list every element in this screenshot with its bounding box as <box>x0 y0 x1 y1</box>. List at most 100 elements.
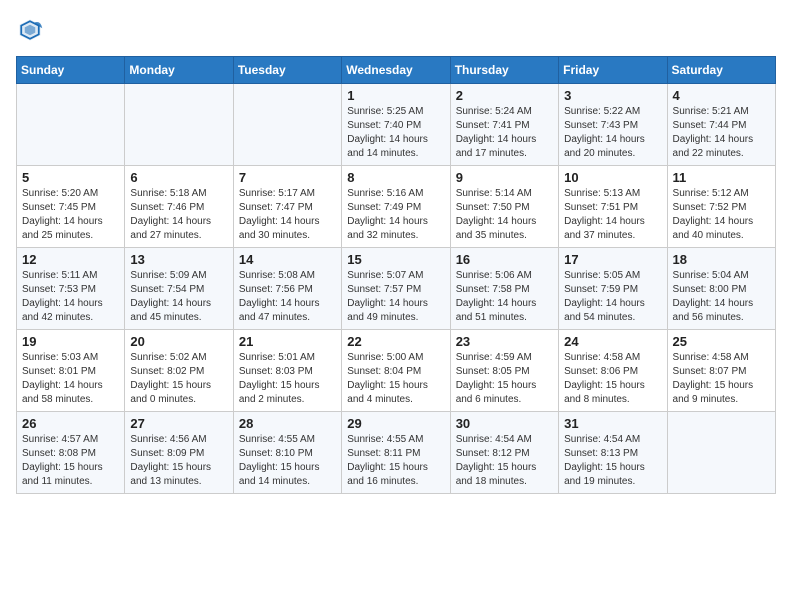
logo-icon <box>16 16 44 44</box>
day-info: Sunrise: 5:09 AM Sunset: 7:54 PM Dayligh… <box>130 269 227 325</box>
day-number: 16 <box>456 252 553 267</box>
day-info: Sunrise: 5:07 AM Sunset: 7:57 PM Dayligh… <box>347 269 444 325</box>
calendar-empty-cell <box>125 84 233 166</box>
calendar-day-13: 13 Sunrise: 5:09 AM Sunset: 7:54 PM Dayli… <box>125 248 233 330</box>
day-number: 18 <box>673 252 770 267</box>
day-info: Sunrise: 5:03 AM Sunset: 8:01 PM Dayligh… <box>22 351 119 407</box>
calendar-day-27: 27 Sunrise: 4:56 AM Sunset: 8:09 PM Dayli… <box>125 412 233 494</box>
day-info: Sunrise: 4:55 AM Sunset: 8:10 PM Dayligh… <box>239 433 336 489</box>
day-number: 20 <box>130 334 227 349</box>
calendar-week-row: 12 Sunrise: 5:11 AM Sunset: 7:53 PM Dayli… <box>17 248 776 330</box>
day-info: Sunrise: 5:12 AM Sunset: 7:52 PM Dayligh… <box>673 187 770 243</box>
day-info: Sunrise: 5:00 AM Sunset: 8:04 PM Dayligh… <box>347 351 444 407</box>
day-header-thursday: Thursday <box>450 57 558 84</box>
calendar-day-9: 9 Sunrise: 5:14 AM Sunset: 7:50 PM Daylig… <box>450 166 558 248</box>
day-number: 28 <box>239 416 336 431</box>
day-info: Sunrise: 4:59 AM Sunset: 8:05 PM Dayligh… <box>456 351 553 407</box>
calendar-table: SundayMondayTuesdayWednesdayThursdayFrid… <box>16 56 776 494</box>
day-number: 23 <box>456 334 553 349</box>
day-number: 27 <box>130 416 227 431</box>
calendar-empty-cell <box>667 412 775 494</box>
day-info: Sunrise: 5:18 AM Sunset: 7:46 PM Dayligh… <box>130 187 227 243</box>
calendar-day-26: 26Sunrise: 4:57 AM Sunset: 8:08 PM Dayli… <box>17 412 125 494</box>
day-info: Sunrise: 4:56 AM Sunset: 8:09 PM Dayligh… <box>130 433 227 489</box>
day-number: 30 <box>456 416 553 431</box>
day-info: Sunrise: 5:22 AM Sunset: 7:43 PM Dayligh… <box>564 105 661 161</box>
day-info: Sunrise: 4:55 AM Sunset: 8:11 PM Dayligh… <box>347 433 444 489</box>
day-info: Sunrise: 4:54 AM Sunset: 8:13 PM Dayligh… <box>564 433 661 489</box>
calendar-day-7: 7 Sunrise: 5:17 AM Sunset: 7:47 PM Daylig… <box>233 166 341 248</box>
day-info: Sunrise: 5:14 AM Sunset: 7:50 PM Dayligh… <box>456 187 553 243</box>
day-header-friday: Friday <box>559 57 667 84</box>
day-number: 5 <box>22 170 119 185</box>
day-info: Sunrise: 4:58 AM Sunset: 8:07 PM Dayligh… <box>673 351 770 407</box>
day-number: 24 <box>564 334 661 349</box>
day-number: 15 <box>347 252 444 267</box>
calendar-day-19: 19Sunrise: 5:03 AM Sunset: 8:01 PM Dayli… <box>17 330 125 412</box>
calendar-day-10: 10 Sunrise: 5:13 AM Sunset: 7:51 PM Dayli… <box>559 166 667 248</box>
calendar-day-15: 15 Sunrise: 5:07 AM Sunset: 7:57 PM Dayli… <box>342 248 450 330</box>
calendar-day-25: 25 Sunrise: 4:58 AM Sunset: 8:07 PM Dayli… <box>667 330 775 412</box>
day-info: Sunrise: 5:08 AM Sunset: 7:56 PM Dayligh… <box>239 269 336 325</box>
calendar-day-12: 12 Sunrise: 5:11 AM Sunset: 7:53 PM Dayli… <box>17 248 125 330</box>
day-info: Sunrise: 5:13 AM Sunset: 7:51 PM Dayligh… <box>564 187 661 243</box>
calendar-day-3: 3 Sunrise: 5:22 AM Sunset: 7:43 PM Daylig… <box>559 84 667 166</box>
day-number: 31 <box>564 416 661 431</box>
calendar-day-8: 8 Sunrise: 5:16 AM Sunset: 7:49 PM Daylig… <box>342 166 450 248</box>
calendar-day-22: 22Sunrise: 5:00 AM Sunset: 8:04 PM Dayli… <box>342 330 450 412</box>
calendar-day-14: 14 Sunrise: 5:08 AM Sunset: 7:56 PM Dayli… <box>233 248 341 330</box>
calendar-day-1: 1 Sunrise: 5:25 AM Sunset: 7:40 PM Daylig… <box>342 84 450 166</box>
day-header-sunday: Sunday <box>17 57 125 84</box>
day-info: Sunrise: 5:20 AM Sunset: 7:45 PM Dayligh… <box>22 187 119 243</box>
day-info: Sunrise: 5:11 AM Sunset: 7:53 PM Dayligh… <box>22 269 119 325</box>
day-number: 8 <box>347 170 444 185</box>
days-header-row: SundayMondayTuesdayWednesdayThursdayFrid… <box>17 57 776 84</box>
logo <box>16 16 48 44</box>
calendar-week-row: 1 Sunrise: 5:25 AM Sunset: 7:40 PM Daylig… <box>17 84 776 166</box>
calendar-empty-cell <box>17 84 125 166</box>
day-number: 13 <box>130 252 227 267</box>
day-info: Sunrise: 4:54 AM Sunset: 8:12 PM Dayligh… <box>456 433 553 489</box>
day-number: 2 <box>456 88 553 103</box>
day-number: 1 <box>347 88 444 103</box>
day-number: 14 <box>239 252 336 267</box>
day-number: 12 <box>22 252 119 267</box>
calendar-day-20: 20 Sunrise: 5:02 AM Sunset: 8:02 PM Dayli… <box>125 330 233 412</box>
day-number: 9 <box>456 170 553 185</box>
day-info: Sunrise: 5:24 AM Sunset: 7:41 PM Dayligh… <box>456 105 553 161</box>
day-number: 29 <box>347 416 444 431</box>
calendar-day-30: 30 Sunrise: 4:54 AM Sunset: 8:12 PM Dayli… <box>450 412 558 494</box>
day-info: Sunrise: 5:06 AM Sunset: 7:58 PM Dayligh… <box>456 269 553 325</box>
day-info: Sunrise: 5:17 AM Sunset: 7:47 PM Dayligh… <box>239 187 336 243</box>
day-header-monday: Monday <box>125 57 233 84</box>
day-number: 3 <box>564 88 661 103</box>
day-header-wednesday: Wednesday <box>342 57 450 84</box>
day-number: 10 <box>564 170 661 185</box>
day-number: 26 <box>22 416 119 431</box>
day-number: 25 <box>673 334 770 349</box>
day-info: Sunrise: 5:16 AM Sunset: 7:49 PM Dayligh… <box>347 187 444 243</box>
calendar-day-24: 24Sunrise: 4:58 AM Sunset: 8:06 PM Dayli… <box>559 330 667 412</box>
calendar-day-28: 28 Sunrise: 4:55 AM Sunset: 8:10 PM Dayli… <box>233 412 341 494</box>
day-header-saturday: Saturday <box>667 57 775 84</box>
calendar-day-18: 18Sunrise: 5:04 AM Sunset: 8:00 PM Dayli… <box>667 248 775 330</box>
day-number: 21 <box>239 334 336 349</box>
calendar-week-row: 19Sunrise: 5:03 AM Sunset: 8:01 PM Dayli… <box>17 330 776 412</box>
day-info: Sunrise: 5:05 AM Sunset: 7:59 PM Dayligh… <box>564 269 661 325</box>
day-info: Sunrise: 5:21 AM Sunset: 7:44 PM Dayligh… <box>673 105 770 161</box>
calendar-day-6: 6Sunrise: 5:18 AM Sunset: 7:46 PM Daylig… <box>125 166 233 248</box>
day-number: 11 <box>673 170 770 185</box>
day-header-tuesday: Tuesday <box>233 57 341 84</box>
day-number: 17 <box>564 252 661 267</box>
day-info: Sunrise: 5:25 AM Sunset: 7:40 PM Dayligh… <box>347 105 444 161</box>
day-info: Sunrise: 5:02 AM Sunset: 8:02 PM Dayligh… <box>130 351 227 407</box>
calendar-week-row: 26Sunrise: 4:57 AM Sunset: 8:08 PM Dayli… <box>17 412 776 494</box>
calendar-day-21: 21 Sunrise: 5:01 AM Sunset: 8:03 PM Dayli… <box>233 330 341 412</box>
day-info: Sunrise: 5:01 AM Sunset: 8:03 PM Dayligh… <box>239 351 336 407</box>
calendar-day-17: 17 Sunrise: 5:05 AM Sunset: 7:59 PM Dayli… <box>559 248 667 330</box>
calendar-empty-cell <box>233 84 341 166</box>
calendar-day-4: 4Sunrise: 5:21 AM Sunset: 7:44 PM Daylig… <box>667 84 775 166</box>
calendar-day-2: 2 Sunrise: 5:24 AM Sunset: 7:41 PM Daylig… <box>450 84 558 166</box>
day-number: 7 <box>239 170 336 185</box>
calendar-day-5: 5 Sunrise: 5:20 AM Sunset: 7:45 PM Daylig… <box>17 166 125 248</box>
